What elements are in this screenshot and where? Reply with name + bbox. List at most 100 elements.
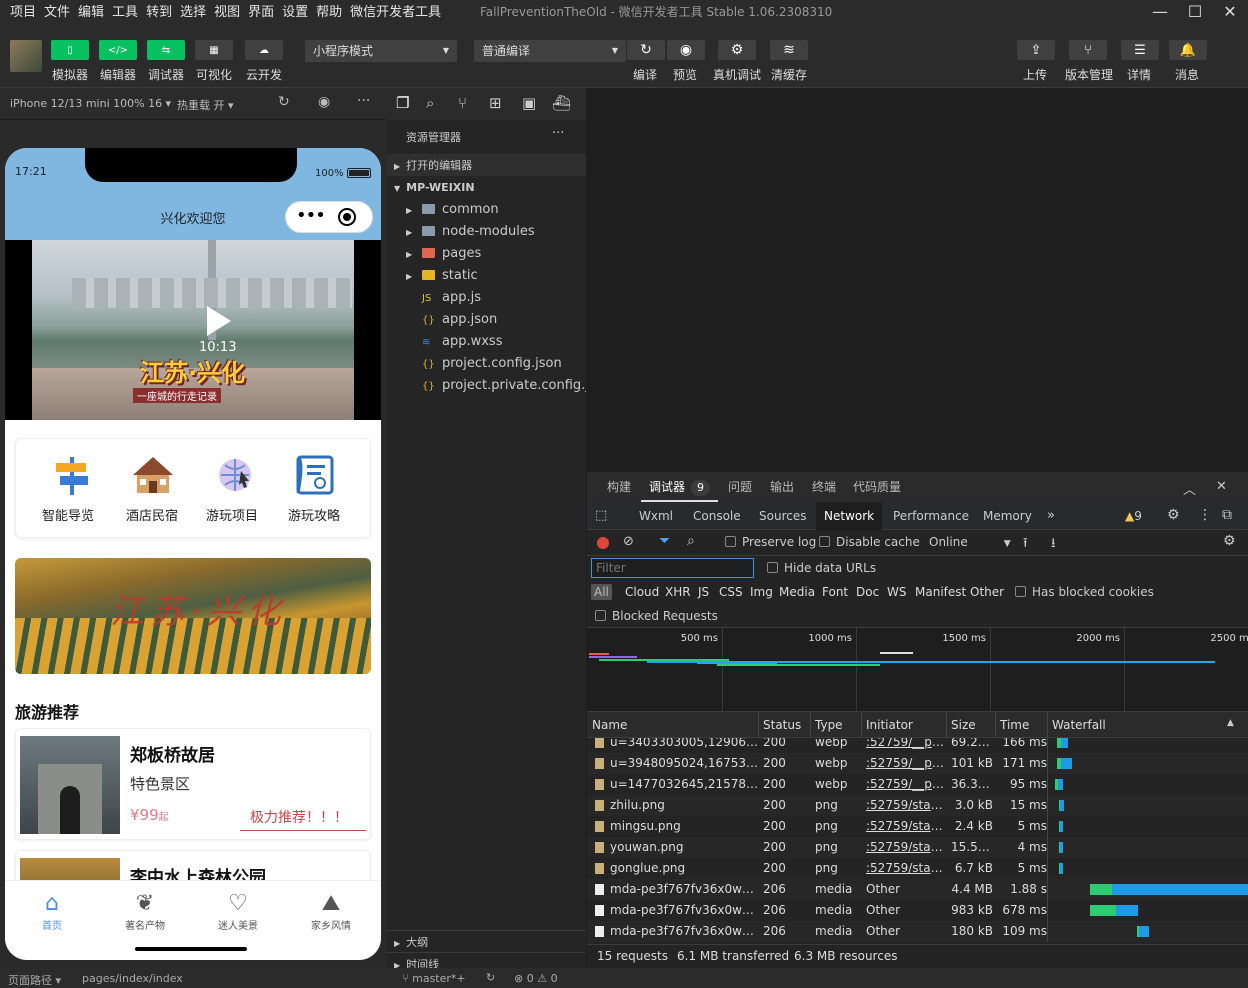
table-row[interactable]: mda-pe3f767fv36x0wmc.... 206 media Other 180…	[587, 921, 1248, 942]
disable-cache-checkbox[interactable]: Disable cache	[819, 535, 920, 549]
toolbar-button[interactable]: ▯	[51, 40, 89, 60]
menu-item[interactable]: 选择	[176, 1, 210, 25]
cell-initiator[interactable]: :52759/__pa...	[866, 753, 946, 774]
filter-input[interactable]	[591, 558, 754, 578]
docker-icon[interactable]: ⛴	[552, 94, 571, 112]
layout-icon[interactable]: ▣	[522, 94, 536, 112]
sort-icon[interactable]: ▲	[1227, 718, 1234, 728]
more-icon[interactable]: ···	[552, 126, 564, 141]
table-row[interactable]: mingsu.png 200 png:52759/stati... 2.4 kB 5 m…	[587, 816, 1248, 837]
tab-1[interactable]: ❦ 著名产物	[100, 891, 190, 932]
clear-icon[interactable]: ⊘	[623, 534, 634, 549]
more-icon[interactable]: ···	[357, 93, 370, 109]
extensions-icon[interactable]: ⊞	[489, 94, 502, 112]
file-tree-item[interactable]: ▶ pages	[386, 242, 586, 264]
toolbar-button[interactable]: ⇪	[1017, 40, 1055, 60]
type-filter[interactable]: Font	[819, 584, 851, 600]
outline-section[interactable]: ▶ 大纲	[386, 930, 586, 952]
nav-item-label[interactable]: 智能导览	[42, 505, 94, 524]
toolbar-button[interactable]: ☰	[1121, 40, 1159, 60]
type-filter[interactable]: Manifest	[912, 584, 969, 600]
column-header[interactable]: Waterfall	[1052, 712, 1106, 738]
avatar[interactable]	[10, 40, 42, 72]
menu-item[interactable]: 工具	[108, 1, 142, 25]
menu-item[interactable]: 界面	[244, 1, 278, 25]
table-row[interactable]: u=1477032645,21578361...200 webp:52759/__…	[587, 774, 1248, 795]
toolbar-button[interactable]: ☁	[245, 40, 283, 60]
menu-item[interactable]: 项目	[6, 1, 40, 25]
column-header[interactable]: Status	[763, 712, 801, 738]
type-filter[interactable]: CSS	[716, 584, 746, 600]
cell-initiator[interactable]: :52759/stati...	[866, 795, 946, 816]
menu-item[interactable]: 文件	[40, 1, 74, 25]
file-tree-item[interactable]: JS app.js	[386, 286, 586, 308]
house-icon[interactable]	[131, 453, 175, 497]
toolbar-button[interactable]: ◉	[667, 40, 705, 60]
blocked-requests-checkbox[interactable]: Blocked Requests	[595, 609, 718, 623]
panel-tab[interactable]: Sources	[751, 502, 814, 530]
panel-tab[interactable]: Network	[816, 502, 883, 530]
mode-select[interactable]: 小程序模式 ▼	[305, 40, 457, 62]
branch-icon[interactable]: ⑂ master*+	[402, 972, 466, 985]
maximize-button[interactable]: ☐	[1177, 0, 1213, 26]
file-tree-item[interactable]: {} app.json	[386, 308, 586, 330]
cell-initiator[interactable]: Other	[866, 900, 946, 921]
column-header[interactable]: Name	[592, 712, 627, 738]
collapse-icon[interactable]: ︿	[1183, 479, 1196, 498]
table-row[interactable]: mda-pe3f767fv36x0wmc.... 206 media Other 4.4…	[587, 879, 1248, 900]
devtools-tab[interactable]: 问题	[720, 472, 760, 502]
menu-item[interactable]: 视图	[210, 1, 244, 25]
rec-card[interactable]: 郑板桥故居 特色景区 ¥99起 极力推荐！！！	[15, 728, 371, 840]
cell-initiator[interactable]: :52759/stati...	[866, 816, 946, 837]
toolbar-button[interactable]: ⚙	[718, 40, 756, 60]
page-path-select[interactable]: 页面路径 ▾	[8, 972, 61, 988]
open-editors-section[interactable]: ▶ 打开的编辑器	[386, 154, 586, 176]
git-icon[interactable]: ⑂	[458, 94, 467, 112]
compile-select[interactable]: 普通编译 ▼	[474, 40, 626, 62]
menu-item[interactable]: 设置	[278, 1, 312, 25]
undock-icon[interactable]: ⧉	[1222, 507, 1232, 523]
preserve-log-checkbox[interactable]: Preserve log	[725, 535, 816, 549]
files-icon[interactable]: ❐	[396, 94, 409, 112]
has-blocked-checkbox[interactable]: Has blocked cookies	[1015, 585, 1154, 599]
table-row[interactable]: u=3948095024,16753276...200 webp:52759/__…	[587, 753, 1248, 774]
toolbar-button[interactable]: ≋	[770, 40, 808, 60]
throttle-select[interactable]: Online ▼	[929, 535, 1011, 549]
file-tree-item[interactable]: ▶ common	[386, 198, 586, 220]
toolbar-button[interactable]: ↻	[627, 40, 665, 60]
tab-2[interactable]: ♡ 迷人美景	[193, 891, 283, 932]
table-row[interactable]: mda-pe3f767fv36x0wmc.... 206 media Other 983…	[587, 900, 1248, 921]
type-filter[interactable]: All	[591, 584, 612, 600]
hide-data-urls-checkbox[interactable]: Hide data URLs	[767, 561, 876, 575]
close-icon[interactable]: ✕	[1216, 479, 1227, 494]
tab-3[interactable]: ⛰ 家乡风情	[286, 891, 376, 932]
problems-indicator[interactable]: ⊗ 0 ⚠ 0	[514, 972, 558, 985]
devtools-tab[interactable]: 代码质量	[845, 472, 909, 502]
close-button[interactable]: ✕	[1212, 0, 1248, 26]
column-header[interactable]: Type	[815, 712, 843, 738]
toolbar-button[interactable]: ▦	[195, 40, 233, 60]
menu-item[interactable]: 转到	[142, 1, 176, 25]
nav-item-label[interactable]: 游玩项目	[206, 505, 258, 524]
minimize-button[interactable]: —	[1142, 0, 1178, 26]
file-tree-item[interactable]: {} project.config.json	[386, 352, 586, 374]
table-row[interactable]: gonglue.png 200 png:52759/stati... 6.7 kB 5 …	[587, 858, 1248, 879]
panel-tab[interactable]: Performance	[885, 502, 977, 530]
kebab-icon[interactable]: ⋮	[1198, 507, 1212, 523]
type-filter[interactable]: JS	[695, 584, 712, 600]
toolbar-button[interactable]: 🔔	[1169, 40, 1207, 60]
cell-initiator[interactable]: :52759/__pa...	[866, 738, 946, 753]
type-filter[interactable]: XHR	[662, 584, 694, 600]
column-header[interactable]: Time	[1000, 712, 1029, 738]
nav-item-label[interactable]: 游玩攻略	[288, 505, 340, 524]
inspect-icon[interactable]: ⬚	[595, 508, 607, 523]
toolbar-button[interactable]: ⇆	[147, 40, 185, 60]
project-section[interactable]: ▼ MP-WEIXIN	[386, 176, 586, 198]
cell-initiator[interactable]: Other	[866, 879, 946, 900]
hotreload-select[interactable]: 热重载 开 ▾	[177, 97, 234, 113]
type-filter[interactable]: Media	[776, 584, 818, 600]
more-dots-icon[interactable]: •••	[296, 205, 326, 226]
cell-initiator[interactable]: :52759/stati...	[866, 837, 946, 858]
sync-icon[interactable]: ↻	[486, 971, 495, 984]
type-filter[interactable]: Other	[967, 584, 1007, 600]
